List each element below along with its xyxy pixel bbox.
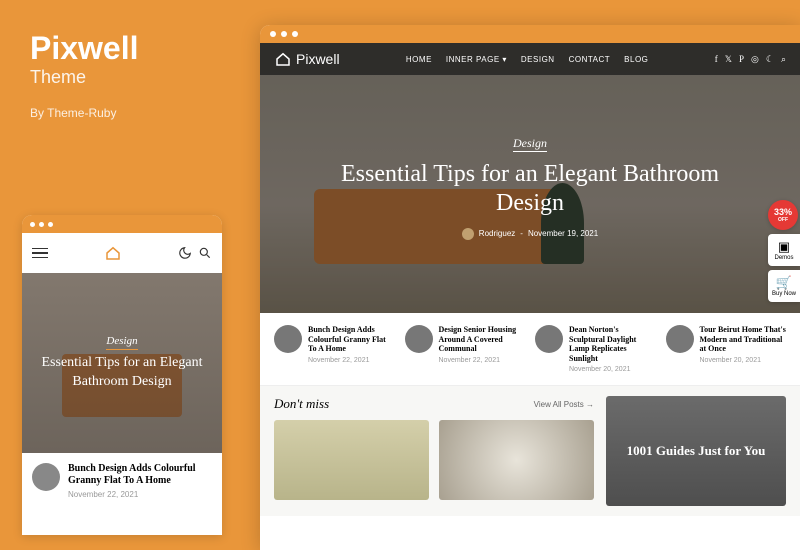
sale-badge[interactable]: 33% OFF — [768, 200, 798, 230]
nav-item-blog[interactable]: BLOG — [624, 55, 648, 64]
article-thumb — [666, 325, 694, 353]
hero-author[interactable]: Rodriguez — [479, 229, 515, 238]
article-card[interactable]: Bunch Design Adds Colourful Granny Flat … — [274, 325, 395, 373]
hero-title[interactable]: Essential Tips for an Elegant Bathroom D… — [341, 160, 719, 218]
site-logo[interactable]: Pixwell — [274, 50, 340, 68]
article-card[interactable]: Dean Norton's Sculptural Daylight Lamp R… — [535, 325, 656, 373]
dont-miss-section: Don't miss View All Posts → — [274, 396, 594, 506]
desktop-hero[interactable]: Design Essential Tips for an Elegant Bat… — [260, 43, 800, 313]
mobile-hero[interactable]: Design Essential Tips for an Elegant Bat… — [22, 273, 222, 453]
sidebar-promo-card[interactable]: 1001 Guides Just for You — [606, 396, 786, 506]
mobile-article-card[interactable]: Bunch Design Adds Colourful Granny Flat … — [22, 453, 222, 509]
mobile-header — [22, 233, 222, 273]
dark-mode-icon[interactable] — [178, 246, 192, 260]
article-date: November 22, 2021 — [308, 357, 395, 364]
facebook-icon[interactable]: f — [715, 54, 718, 65]
sale-percent: 33% — [774, 207, 792, 217]
promo-subtitle: Theme — [30, 67, 139, 88]
article-thumb — [535, 325, 563, 353]
avatar-icon — [462, 228, 474, 240]
promo-author: By Theme-Ruby — [30, 106, 139, 120]
demos-button[interactable]: ▣ Demos — [768, 234, 800, 266]
article-title[interactable]: Design Senior Housing Around A Covered C… — [439, 325, 526, 354]
nav-item-inner[interactable]: INNER PAGE ▾ — [446, 55, 507, 64]
promo-title: Pixwell — [30, 30, 139, 67]
nav-item-home[interactable]: HOME — [406, 55, 432, 64]
nav-item-contact[interactable]: CONTACT — [569, 55, 611, 64]
desktop-preview: Pixwell HOME INNER PAGE ▾ DESIGN CONTACT… — [260, 25, 800, 550]
floating-buttons: 33% OFF ▣ Demos 🛒 Buy Now — [768, 200, 800, 302]
search-icon[interactable] — [198, 246, 212, 260]
post-card[interactable] — [439, 420, 594, 500]
nav-item-design[interactable]: DESIGN — [521, 55, 555, 64]
hero-category[interactable]: Design — [513, 136, 547, 152]
article-date: November 22, 2021 — [439, 357, 526, 364]
view-all-link[interactable]: View All Posts → — [534, 400, 594, 409]
promo-block: Pixwell Theme By Theme-Ruby — [30, 30, 139, 120]
dark-mode-icon[interactable]: ☾ — [766, 54, 774, 65]
article-card[interactable]: Design Senior Housing Around A Covered C… — [405, 325, 526, 373]
article-date: November 22, 2021 — [68, 490, 212, 499]
section-heading: Don't miss — [274, 396, 329, 412]
article-date: November 20, 2021 — [700, 357, 787, 364]
article-title[interactable]: Dean Norton's Sculptural Daylight Lamp R… — [569, 325, 656, 363]
article-title[interactable]: Bunch Design Adds Colourful Granny Flat … — [308, 325, 395, 354]
article-row: Bunch Design Adds Colourful Granny Flat … — [260, 313, 800, 386]
hero-meta: Rodriguez - November 19, 2021 — [462, 228, 598, 240]
nav-links: HOME INNER PAGE ▾ DESIGN CONTACT BLOG — [406, 55, 648, 64]
article-thumb — [405, 325, 433, 353]
article-title[interactable]: Tour Beirut Home That's Modern and Tradi… — [700, 325, 787, 354]
hero-title[interactable]: Essential Tips for an Elegant Bathroom D… — [34, 354, 210, 390]
mobile-preview: Design Essential Tips for an Elegant Bat… — [22, 215, 222, 535]
search-icon[interactable]: ⌕ — [781, 54, 786, 65]
buy-button[interactable]: 🛒 Buy Now — [768, 270, 800, 302]
demos-icon: ▣ — [778, 239, 790, 255]
pinterest-icon[interactable]: P — [739, 54, 744, 65]
article-title[interactable]: Bunch Design Adds Colourful Granny Flat … — [68, 463, 212, 487]
twitter-icon[interactable]: 𝕏 — [725, 54, 732, 65]
hero-overlay: Design Essential Tips for an Elegant Bat… — [260, 43, 800, 313]
content-section: Don't miss View All Posts → 1001 Guides … — [260, 386, 800, 516]
article-date: November 20, 2021 — [569, 366, 656, 373]
demos-label: Demos — [774, 255, 793, 261]
mobile-window-chrome — [22, 215, 222, 233]
social-icons: f 𝕏 P ◎ ☾ ⌕ — [715, 54, 786, 65]
main-nav: Pixwell HOME INNER PAGE ▾ DESIGN CONTACT… — [260, 43, 800, 75]
article-card[interactable]: Tour Beirut Home That's Modern and Tradi… — [666, 325, 787, 373]
cart-icon: 🛒 — [776, 275, 792, 291]
logo-icon — [274, 50, 292, 68]
article-thumb — [274, 325, 302, 353]
logo-icon[interactable] — [104, 244, 122, 262]
hero-category[interactable]: Design — [106, 335, 137, 350]
menu-icon[interactable] — [32, 248, 48, 259]
post-card[interactable] — [274, 420, 429, 500]
article-thumb — [32, 463, 60, 491]
logo-text: Pixwell — [296, 51, 340, 67]
sale-label: OFF — [778, 217, 788, 223]
hero-date: November 19, 2021 — [528, 229, 598, 238]
instagram-icon[interactable]: ◎ — [751, 54, 759, 65]
buy-label: Buy Now — [772, 291, 796, 297]
desktop-window-chrome — [260, 25, 800, 43]
sidebar-title: 1001 Guides Just for You — [627, 443, 766, 459]
